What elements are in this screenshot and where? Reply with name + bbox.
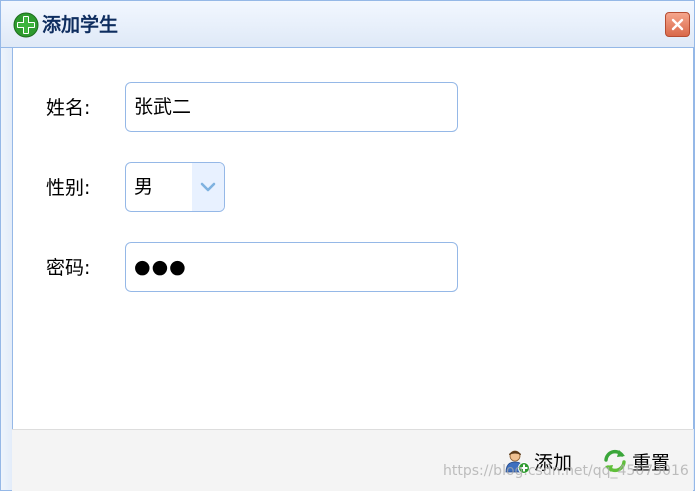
watermark: https://blog.csdn.net/qq_45073016 (443, 463, 689, 479)
dialog-left-border (1, 48, 12, 490)
add-student-dialog: 添加学生 姓名: 张武二 性别: 男 密码: ●●● 添加 重置 https:/… (0, 0, 695, 491)
password-label: 密码: (46, 257, 91, 279)
name-input[interactable]: 张武二 (125, 82, 458, 132)
dialog-titlebar[interactable]: 添加学生 (1, 1, 694, 48)
close-button[interactable] (665, 12, 690, 37)
add-icon (13, 12, 39, 38)
gender-label: 性别: (46, 177, 91, 199)
name-label: 姓名: (46, 97, 91, 119)
close-icon (671, 18, 684, 31)
dialog-footer: 添加 重置 (12, 429, 693, 491)
gender-select[interactable]: 男 (125, 162, 225, 212)
dialog-title: 添加学生 (42, 14, 119, 36)
gender-select-value: 男 (134, 176, 154, 198)
password-input[interactable]: ●●● (125, 242, 458, 292)
chevron-down-icon (200, 182, 216, 192)
gender-select-toggle[interactable] (192, 163, 224, 211)
